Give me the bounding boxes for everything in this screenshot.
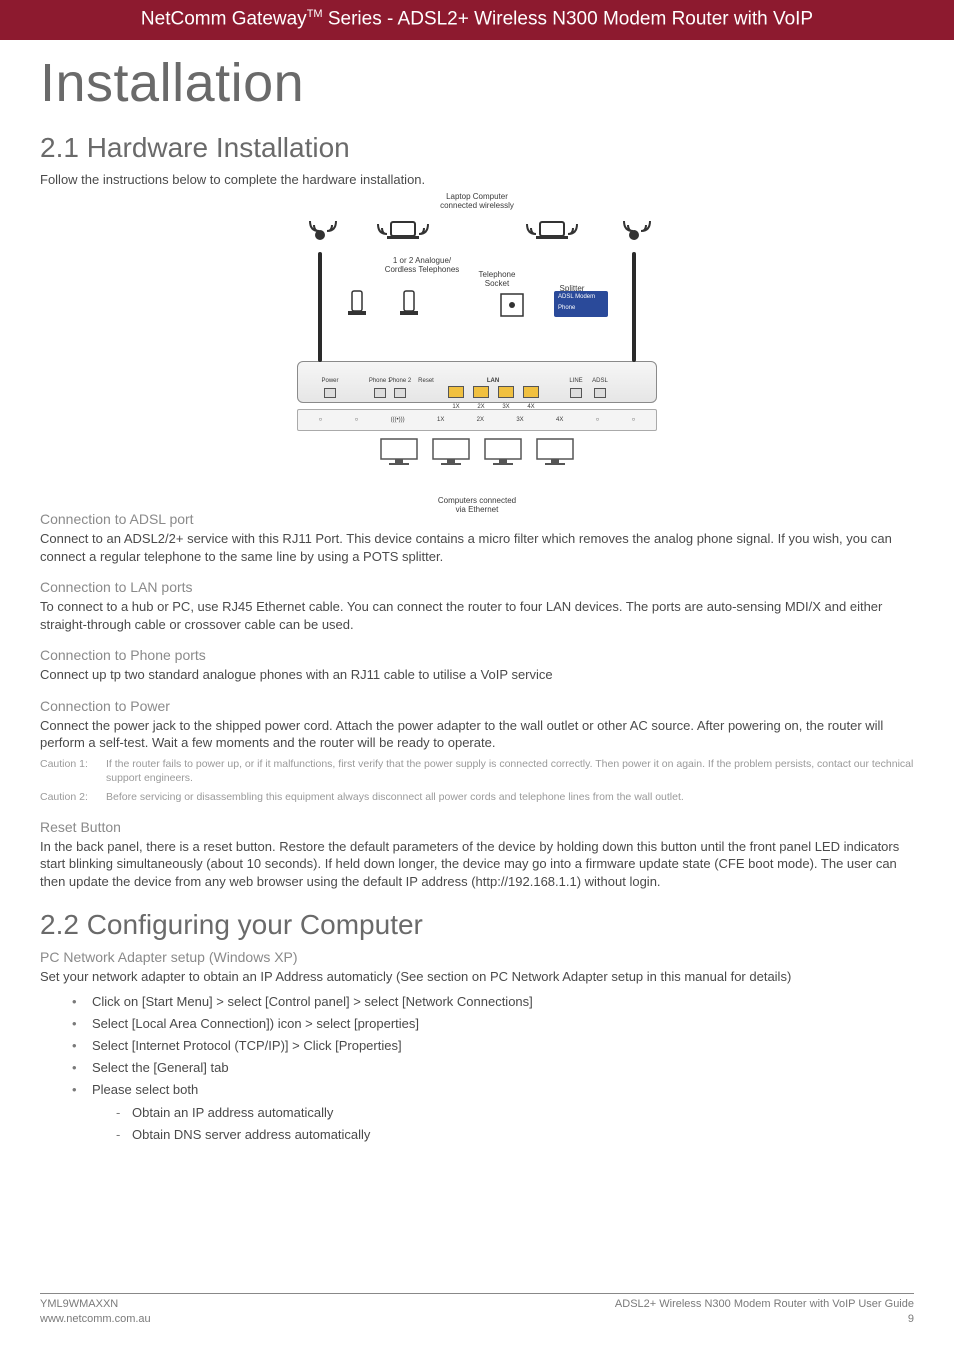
port-label-lan1: 1X — [452, 404, 459, 410]
step-item: Click on [Start Menu] > select [Control … — [72, 991, 914, 1013]
step-item-label: Please select both — [92, 1082, 198, 1097]
port-label-line: LINE — [569, 378, 582, 384]
phone2-port — [394, 388, 406, 398]
monitor-icon — [431, 437, 471, 467]
subhead-power: Connection to Power — [40, 698, 914, 714]
diagram-socket-label-1: Telephone — [479, 270, 516, 279]
section-2-2-heading: 2.2 Configuring your Computer — [40, 909, 914, 941]
splitter-modem-label: ADSL Modem — [558, 294, 595, 300]
laptop-icon — [373, 216, 433, 248]
status-led-1x: 1X — [437, 417, 444, 423]
antenna-icon — [318, 252, 322, 362]
subhead-phone: Connection to Phone ports — [40, 647, 914, 663]
status-led-2x: 2X — [477, 417, 484, 423]
port-label-power: Power — [321, 378, 338, 384]
document-header: NetComm GatewayTM Series - ADSL2+ Wirele… — [0, 0, 954, 40]
diagram-laptop-label-1: Laptop Computer — [446, 192, 508, 201]
subhead-lan: Connection to LAN ports — [40, 579, 914, 595]
antenna-icon — [632, 252, 636, 362]
footer-right-line1: ADSL2+ Wireless N300 Modem Router with V… — [615, 1298, 914, 1310]
lan1-port — [448, 386, 464, 398]
section-2-1-intro: Follow the instructions below to complet… — [40, 172, 914, 187]
monitor-icon — [535, 437, 575, 467]
power-port — [324, 388, 336, 398]
header-tm: TM — [307, 8, 323, 20]
footer-left-line2: www.netcomm.com.au — [40, 1313, 151, 1325]
diagram-phones-label-1: 1 or 2 Analogue/ — [393, 256, 451, 265]
port-label-reset: Reset — [418, 378, 434, 384]
lan3-port — [498, 386, 514, 398]
splitter-box-icon: ADSL Modem Phone — [554, 291, 608, 319]
subhead-pc-adapter: PC Network Adapter setup (Windows XP) — [40, 949, 914, 965]
body-phone: Connect up tp two standard analogue phon… — [40, 666, 914, 684]
step-item: Please select both Obtain an IP address … — [72, 1079, 914, 1145]
diagram-phones-label-2: Cordless Telephones — [385, 265, 460, 274]
port-label-phone1: Phone 1 — [369, 378, 391, 384]
substep-item: Obtain an IP address automatically — [116, 1102, 914, 1124]
page-footer: YML9WMAXXN www.netcomm.com.au ADSL2+ Wir… — [40, 1293, 914, 1326]
diagram-computers-label-1: Computers connected — [438, 496, 516, 505]
wall-socket-icon — [500, 293, 524, 319]
footer-page-number: 9 — [908, 1313, 914, 1325]
header-suffix: Series - ADSL2+ Wireless N300 Modem Rout… — [323, 8, 814, 29]
caution1-label: Caution 1: — [40, 758, 106, 785]
monitor-icon — [483, 437, 523, 467]
status-led-3x: 3X — [516, 417, 523, 423]
body-power: Connect the power jack to the shipped po… — [40, 717, 914, 752]
laptop-icon — [522, 216, 582, 248]
lan2-port — [473, 386, 489, 398]
diagram-laptop-label-2: connected wirelessly — [440, 201, 514, 210]
hardware-diagram: Laptop Computer connected wirelessly — [40, 197, 914, 493]
caution2-label: Caution 2: — [40, 791, 106, 805]
status-led-4x: 4X — [556, 417, 563, 423]
router-front-panel: ○○(((•))) 1X 2X 3X 4X ○○ — [297, 409, 657, 431]
section-2-1-heading: 2.1 Hardware Installation — [40, 132, 914, 164]
port-label-lan4: 4X — [527, 404, 534, 410]
step-item: Select [Internet Protocol (TCP/IP)] > Cl… — [72, 1035, 914, 1057]
port-label-lan: LAN — [487, 378, 499, 384]
section-2-2-intro: Set your network adapter to obtain an IP… — [40, 968, 914, 986]
steps-list: Click on [Start Menu] > select [Control … — [72, 991, 914, 1146]
body-adsl: Connect to an ADSL2/2+ service with this… — [40, 530, 914, 565]
phone1-port — [374, 388, 386, 398]
phone-icon — [398, 289, 420, 319]
caution1-text: If the router fails to power up, or if i… — [106, 758, 914, 785]
lan4-port — [523, 386, 539, 398]
diagram-computers-label-2: via Ethernet — [456, 505, 499, 514]
footer-left-line1: YML9WMAXXN — [40, 1298, 118, 1310]
port-label-lan3: 3X — [502, 404, 509, 410]
step-item: Select the [General] tab — [72, 1057, 914, 1079]
caution2-text: Before servicing or disassembling this e… — [106, 791, 914, 805]
diagram-socket-label-2: Socket — [485, 279, 509, 288]
subhead-reset: Reset Button — [40, 819, 914, 835]
body-lan: To connect to a hub or PC, use RJ45 Ethe… — [40, 598, 914, 633]
substep-item: Obtain DNS server address automatically — [116, 1124, 914, 1146]
substeps-list: Obtain an IP address automatically Obtai… — [116, 1102, 914, 1146]
step-item: Select [Local Area Connection]) icon > s… — [72, 1013, 914, 1035]
header-brand: NetComm Gateway — [141, 8, 307, 29]
splitter-phone-label: Phone — [558, 305, 575, 311]
router-back-panel: Power Phone 1 Phone 2 Reset LAN 1X 2X 3X… — [297, 361, 657, 403]
port-label-lan2: 2X — [477, 404, 484, 410]
wifi-icon — [297, 215, 343, 249]
port-label-phone2: Phone 2 — [389, 378, 411, 384]
wifi-icon — [611, 215, 657, 249]
port-label-adsl: ADSL — [592, 378, 608, 384]
adsl-port — [594, 388, 606, 398]
page-title: Installation — [40, 52, 914, 114]
body-reset: In the back panel, there is a reset butt… — [40, 838, 914, 891]
monitor-icon — [379, 437, 419, 467]
phone-icon — [346, 289, 368, 319]
line-port — [570, 388, 582, 398]
